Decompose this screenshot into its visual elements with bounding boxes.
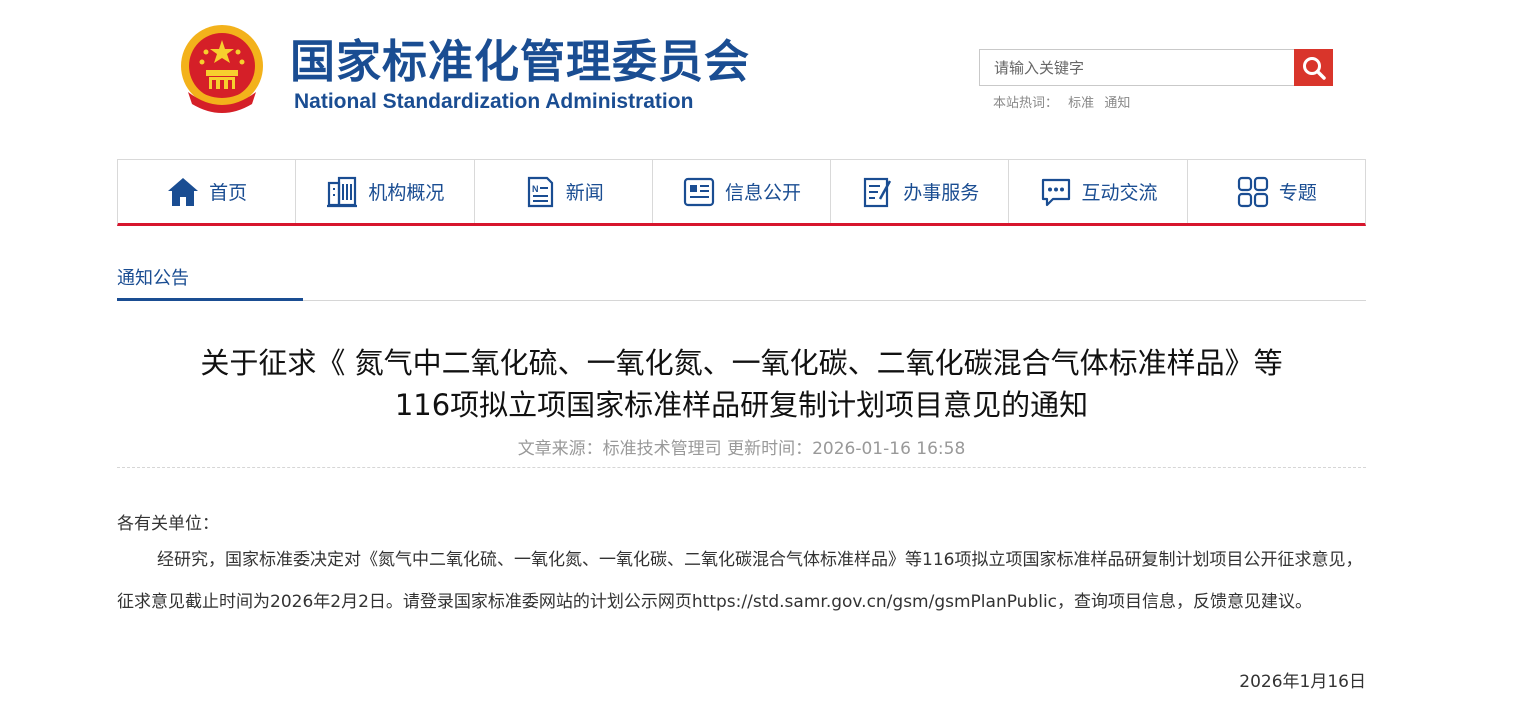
nav-label: 机构概况 bbox=[368, 182, 445, 204]
nav-label: 互动交流 bbox=[1081, 182, 1158, 204]
article-body-text: ，查询项目信息，反馈意见建议。 bbox=[1057, 592, 1313, 612]
nav-label: 信息公开 bbox=[724, 182, 801, 204]
site-title-en[interactable]: National Standardization Administration bbox=[294, 90, 693, 114]
site-title-cn[interactable]: 国家标准化管理委员会 bbox=[290, 36, 750, 88]
section-tab-notices[interactable]: 通知公告 bbox=[117, 264, 189, 290]
article-salutation: 各有关单位： bbox=[117, 514, 219, 534]
svg-text:N: N bbox=[532, 184, 539, 194]
main-nav: 首页 机构概况 N 新闻 信息公开 办事服务 互动交流 专题 bbox=[117, 159, 1366, 226]
national-emblem-logo[interactable] bbox=[176, 22, 268, 120]
search-icon bbox=[1302, 56, 1326, 80]
nav-item-topics[interactable]: 专题 bbox=[1188, 160, 1365, 223]
grid-icon bbox=[1236, 175, 1270, 209]
section-tab-underline bbox=[117, 298, 303, 301]
nav-item-home[interactable]: 首页 bbox=[118, 160, 297, 223]
search-button[interactable] bbox=[1294, 49, 1333, 86]
nav-item-news[interactable]: N 新闻 bbox=[475, 160, 653, 223]
article-title-line: 116项拟立项国家标准样品研复制计划项目意见的通知 bbox=[394, 388, 1089, 422]
hot-words: 本站热词： 标准 通知 bbox=[993, 92, 1136, 111]
chat-icon bbox=[1039, 175, 1073, 209]
meta-divider bbox=[117, 467, 1366, 468]
nav-item-services[interactable]: 办事服务 bbox=[831, 160, 1010, 223]
hot-word-link[interactable]: 标准 bbox=[1068, 96, 1094, 111]
hot-word-link[interactable]: 通知 bbox=[1104, 96, 1130, 111]
nav-label: 新闻 bbox=[565, 182, 604, 204]
article-title: 关于征求《 氮气中二氧化硫、一氧化氮、一氧化碳、二氧化碳混合气体标准样品》等 1… bbox=[117, 342, 1366, 426]
plan-public-link[interactable]: https://std.samr.gov.cn/gsm/gsmPlanPubli… bbox=[692, 592, 1057, 612]
section-divider bbox=[117, 300, 1366, 301]
nav-item-info-disclosure[interactable]: 信息公开 bbox=[653, 160, 832, 223]
home-icon bbox=[166, 175, 200, 209]
hot-words-label: 本站热词： bbox=[993, 96, 1059, 111]
article-title-line: 关于征求《 氮气中二氧化硫、一氧化氮、一氧化碳、二氧化碳混合气体标准样品》等 bbox=[200, 346, 1283, 380]
search-input[interactable] bbox=[980, 50, 1294, 85]
info-icon bbox=[682, 175, 716, 209]
search-box bbox=[979, 49, 1295, 86]
nav-label: 专题 bbox=[1278, 182, 1317, 204]
nav-item-interaction[interactable]: 互动交流 bbox=[1009, 160, 1188, 223]
building-icon bbox=[325, 175, 359, 209]
article-body: 经研究，国家标准委决定对《氮气中二氧化硫、一氧化氮、一氧化碳、二氧化碳混合气体标… bbox=[117, 539, 1366, 623]
nav-label: 办事服务 bbox=[903, 182, 980, 204]
nav-item-organization[interactable]: 机构概况 bbox=[296, 160, 475, 223]
article-meta: 文章来源：标准技术管理司 更新时间：2026-01-16 16:58 bbox=[517, 439, 966, 459]
nav-label: 首页 bbox=[209, 182, 248, 204]
article-date: 2026年1月16日 bbox=[1239, 672, 1366, 692]
news-icon: N bbox=[523, 175, 557, 209]
service-icon bbox=[860, 175, 894, 209]
